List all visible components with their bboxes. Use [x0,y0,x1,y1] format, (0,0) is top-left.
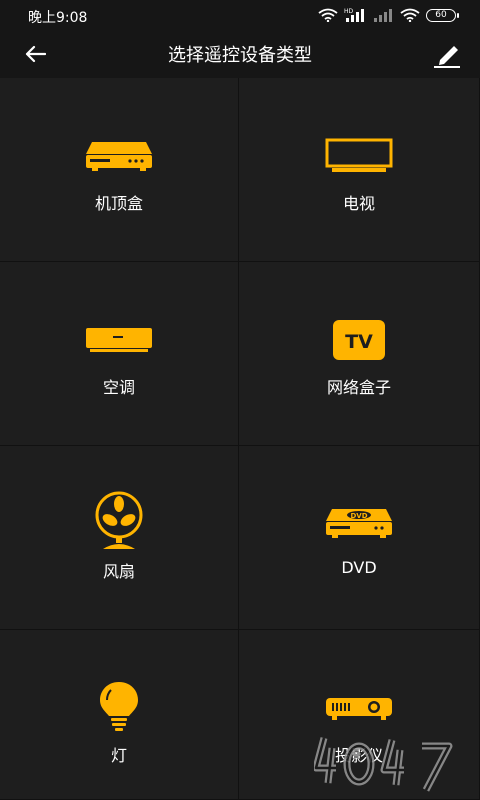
arrow-left-icon [25,45,46,63]
status-time: 晚上9:08 [28,10,88,26]
device-grid: 机顶盒 电视 空调 TV 网络盒子 风扇 DVD DVD 灯 投影仪 [0,78,480,800]
device-label: DVD [341,558,377,577]
network-box-icon: TV [319,314,399,366]
device-tile-dvd[interactable]: DVD DVD [239,446,480,630]
wifi-icon [318,8,338,22]
battery-icon: 60 [426,8,459,22]
device-label: 网络盒子 [326,378,391,397]
back-button[interactable] [18,38,52,70]
device-tile-set-top-box[interactable]: 机顶盒 [0,78,239,262]
status-bar: 晚上9:08 HD 60 [0,0,480,30]
bulb-icon [79,678,159,734]
page-title: 选择遥控设备类型 [168,45,312,66]
device-label: 灯 [110,746,127,765]
device-label: 空调 [102,378,135,397]
watermark-logo [314,737,453,792]
device-tile-air-conditioner[interactable]: 空调 [0,262,239,446]
status-icons: HD 60 [318,6,459,24]
signal-icon: HD [344,8,364,22]
edit-button[interactable] [430,38,464,72]
device-label: 电视 [342,194,375,213]
tv-icon [319,130,399,182]
wifi-icon-2 [400,8,420,22]
fan-icon [79,490,159,552]
device-tile-network-box[interactable]: TV 网络盒子 [239,262,480,446]
app-bar: 选择遥控设备类型 [0,30,480,78]
projector-icon [319,682,399,734]
dvd-badge: DVD [350,512,367,520]
network-type-label: HD [344,8,354,15]
device-tile-tv[interactable]: 电视 [239,78,480,262]
pencil-icon [434,46,460,68]
air-conditioner-icon [79,314,159,366]
signal-icon-2 [374,9,392,22]
set-top-box-icon [79,130,159,182]
device-label: 机顶盒 [94,194,143,213]
dvd-icon: DVD [319,498,399,550]
device-label: 风扇 [102,562,135,581]
network-box-badge: TV [345,331,373,353]
device-tile-fan[interactable]: 风扇 [0,446,239,630]
device-tile-light[interactable]: 灯 [0,630,239,800]
